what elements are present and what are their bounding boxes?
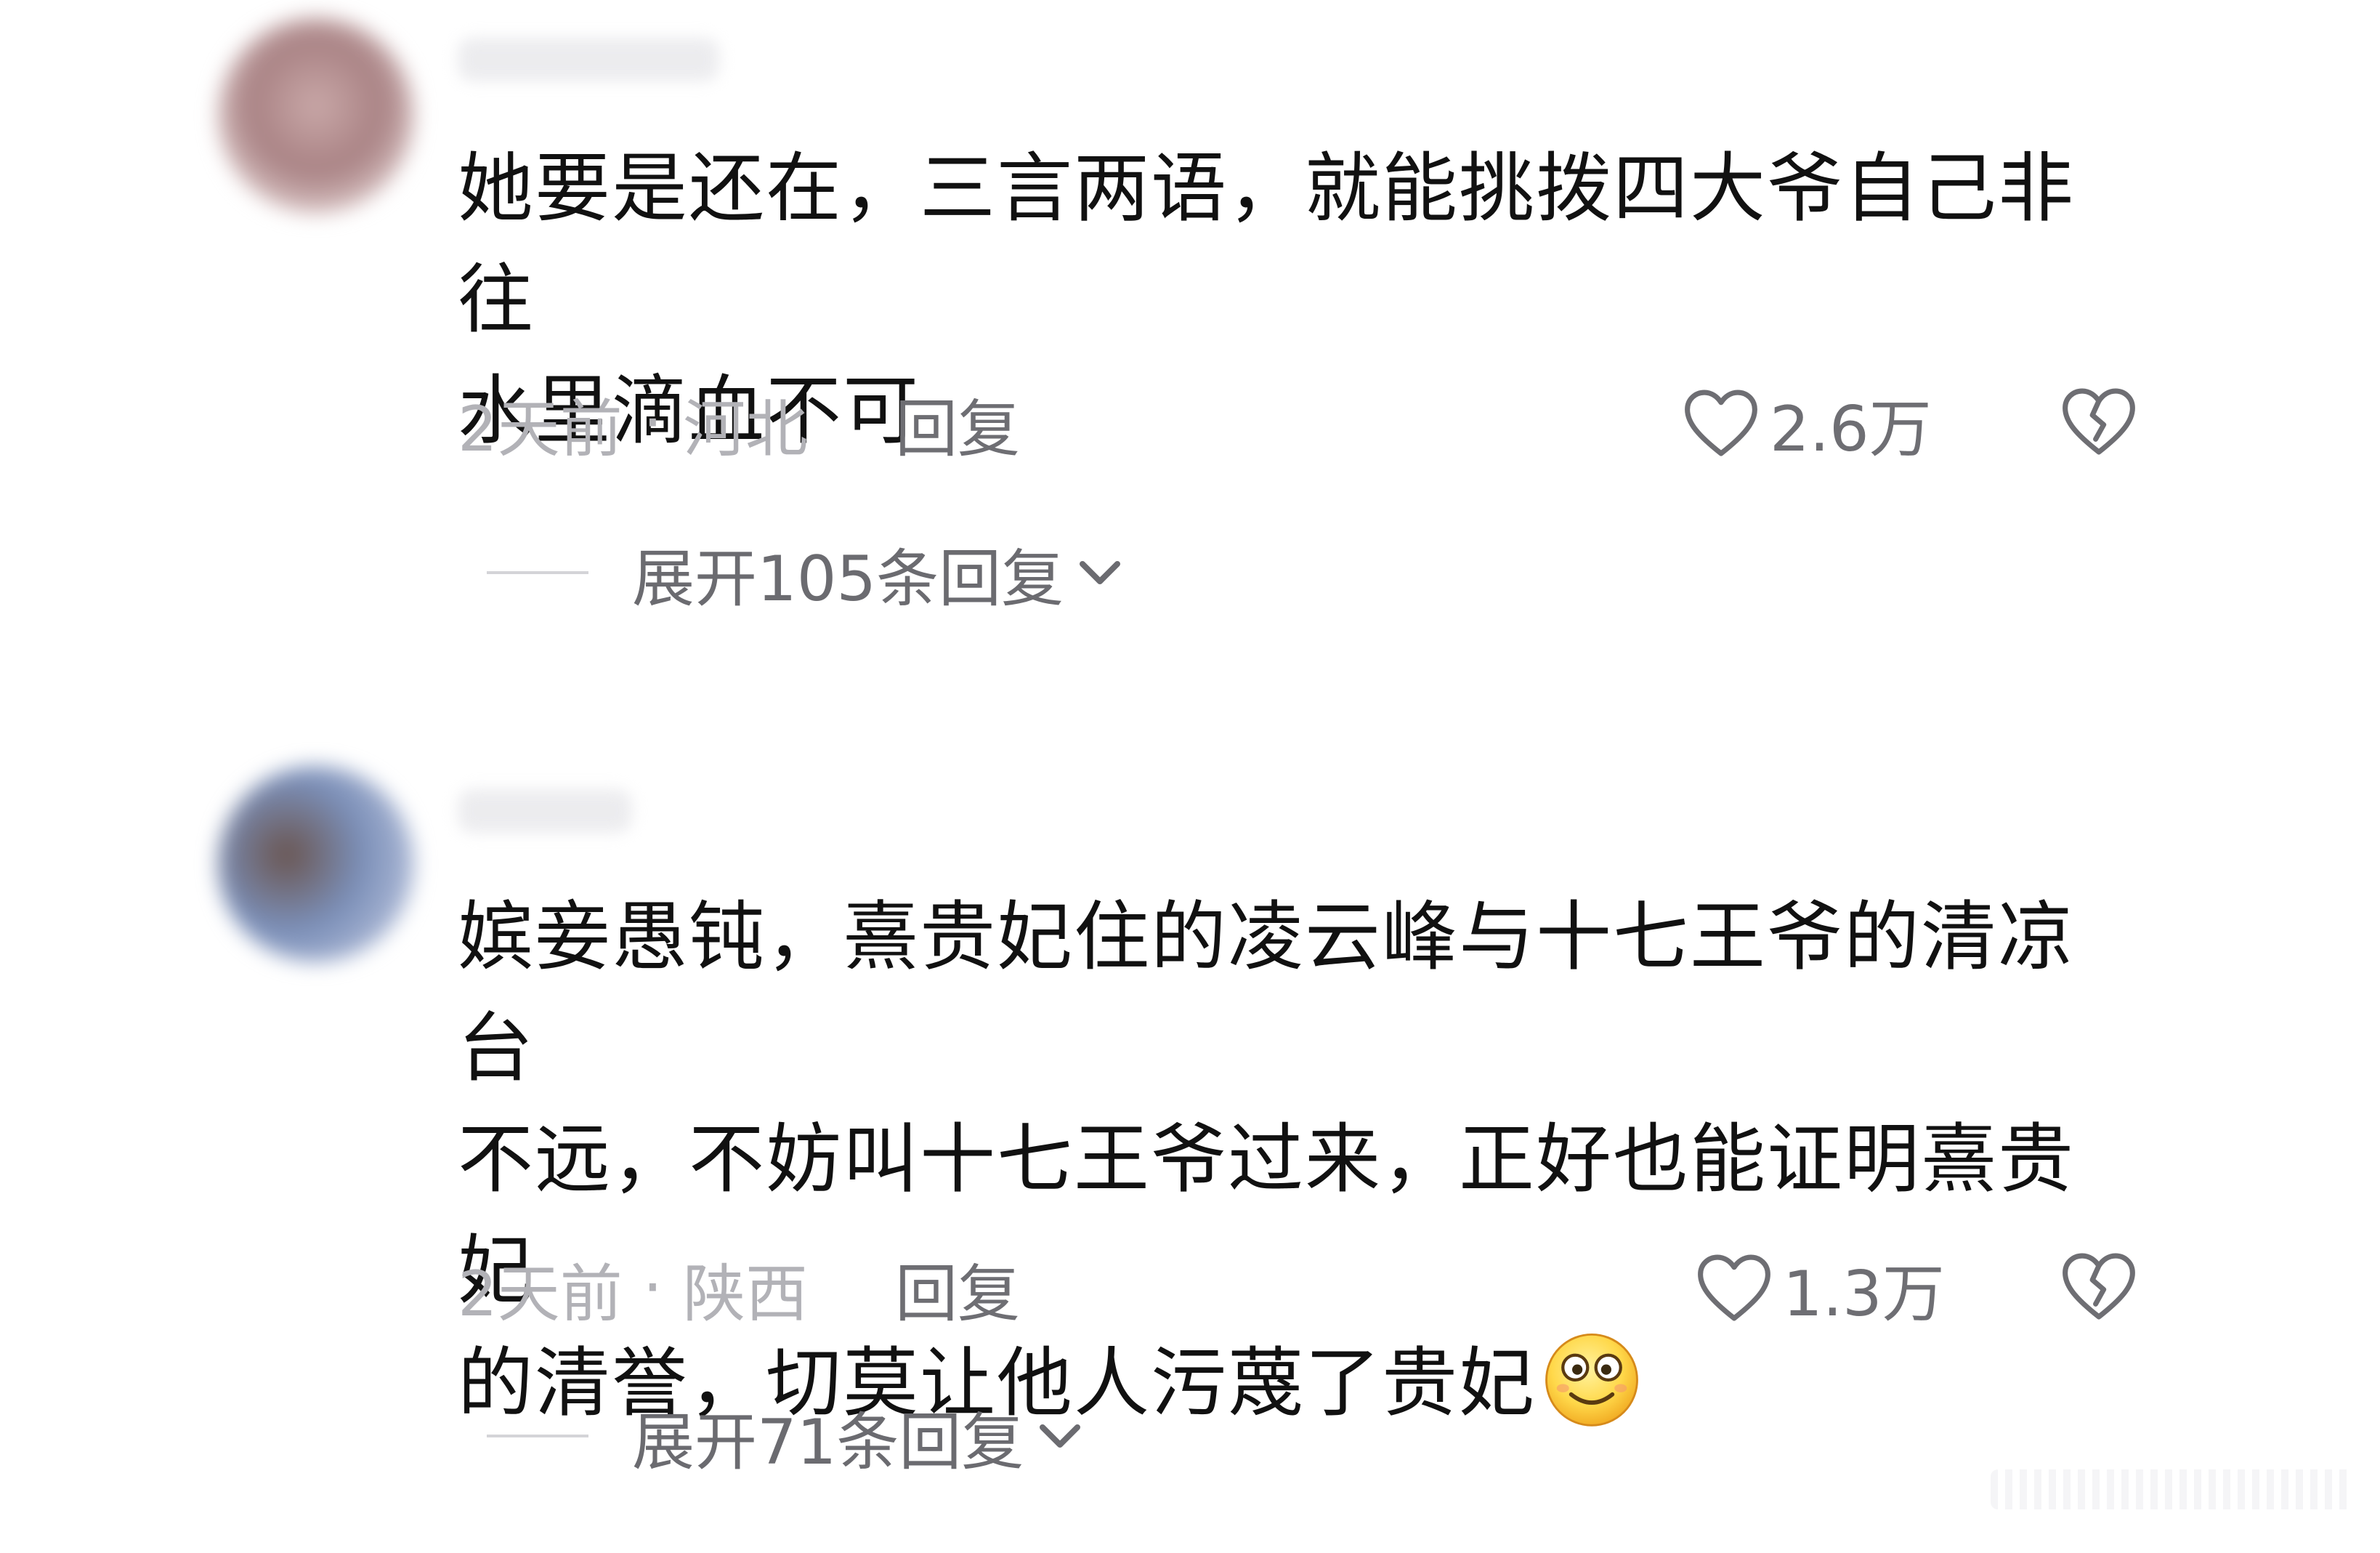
comment-text-line: 她要是还在，三言两语，就能挑拨四大爷自己非往 [458,144,2076,344]
dislike-button[interactable] [2060,385,2137,461]
expand-replies-label: 展开71条回复 [632,1405,1024,1479]
comment-text-line: 嫔妾愚钝，熹贵妃住的凌云峰与十七王爷的清凉台 [458,892,2076,1092]
comment-item-1: 她要是还在，三言两语，就能挑拨四大爷自己非往 水里滴血不可 2天前 · 河北 回… [0,0,2380,654]
username-blurred[interactable] [458,789,632,833]
username-blurred[interactable] [458,38,719,81]
comment-time: 2天前 [458,1257,623,1331]
comment-text: 嫔妾愚钝，熹贵妃住的凌云峰与十七王爷的清凉台 不远，不妨叫十七王爷过来，正好也能… [458,882,2150,1439]
like-button[interactable]: 1.3万 [1696,1248,1945,1331]
meta-separator: · [642,1251,663,1324]
reply-button[interactable]: 回复 [895,1243,1020,1334]
smiling-face-emoji [1540,1326,1643,1429]
comment-location: 河北 [683,392,809,466]
broken-heart-icon [2063,1253,2135,1320]
scrollbar[interactable] [1991,1469,2354,1509]
heart-outline-icon [1698,1254,1770,1321]
divider-line [487,571,588,574]
divider-line [487,1435,588,1437]
expand-replies-label: 展开105条回复 [632,542,1064,616]
broken-heart-icon [2063,388,2135,455]
avatar[interactable] [218,766,414,962]
comment-item-2: 嫔妾愚钝，熹贵妃住的凌云峰与十七王爷的清凉台 不远，不妨叫十七王爷过来，正好也能… [0,727,2380,1490]
heart-outline-icon [1685,390,1757,456]
chevron-down-icon [1040,1424,1081,1448]
comment-time: 2天前 [458,392,623,466]
meta-separator: · [642,387,663,459]
like-button[interactable]: 2.6万 [1683,383,1932,466]
expand-replies-button[interactable]: 展开105条回复 [487,533,1123,616]
dislike-button[interactable] [2060,1250,2137,1326]
avatar[interactable] [218,17,414,214]
chevron-down-icon [1080,561,1121,584]
comment-location: 陕西 [683,1257,809,1331]
like-count: 1.3万 [1783,1257,1945,1331]
reply-button[interactable]: 回复 [895,378,1020,469]
like-count: 2.6万 [1770,392,1932,466]
expand-replies-button[interactable]: 展开71条回复 [487,1396,1083,1479]
